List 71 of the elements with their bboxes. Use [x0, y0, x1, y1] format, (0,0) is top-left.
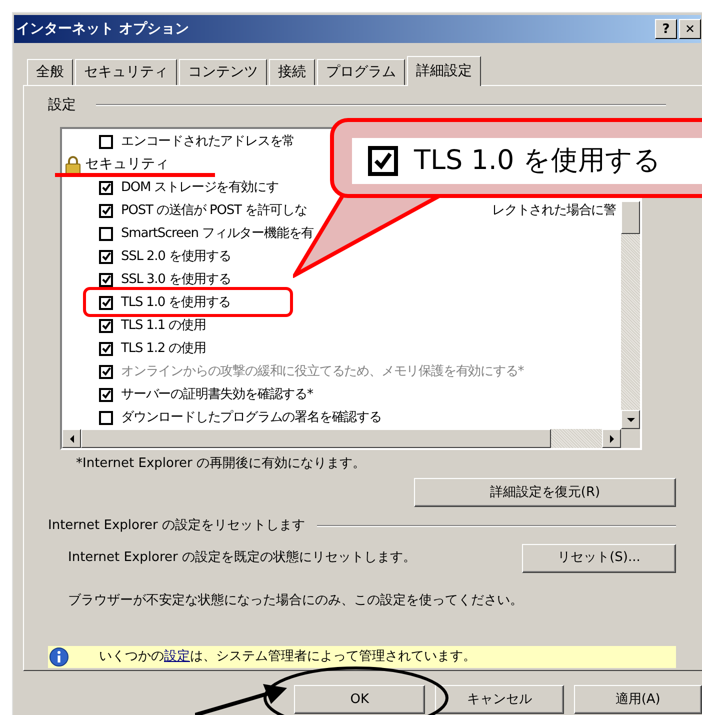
checkbox[interactable] — [99, 226, 113, 240]
setting-label: TLS 1.0 を使用する — [121, 294, 231, 312]
reset-warning: ブラウザーが不安定な状態になった場合にのみ、この設定を使ってください。 — [67, 592, 524, 610]
setting-label: エンコードされたアドレスを常 — [121, 132, 295, 151]
tab[interactable]: コンテンツ — [179, 59, 267, 85]
tab[interactable]: セキュリティ — [75, 59, 177, 85]
padlock-icon — [65, 156, 81, 174]
tab[interactable]: 接続 — [269, 59, 315, 85]
tab[interactable]: 全般 — [27, 59, 73, 85]
checkmark-icon — [102, 298, 110, 307]
setting-label: オンラインからの攻撃の緩和に役立てるため、メモリ保護を有効にする* — [121, 362, 524, 381]
checkbox[interactable] — [99, 250, 113, 264]
dialog-button[interactable]: OK — [294, 685, 426, 714]
checkmark-icon — [102, 367, 110, 376]
footnote: *Internet Explorer の再開後に有効になります。 — [76, 455, 367, 472]
help-button[interactable]: ? — [655, 19, 677, 39]
checkbox[interactable] — [99, 180, 113, 194]
restore-button[interactable]: 詳細設定を復元(R) — [414, 478, 676, 507]
horizontal-scrollbar[interactable] — [62, 429, 621, 448]
setting-label: TLS 1.2 の使用 — [121, 340, 206, 358]
checkmark-icon — [102, 344, 110, 353]
scrollbar-thumb[interactable] — [621, 201, 640, 234]
setting-label: SmartScreen フィルター機能を有 — [121, 224, 314, 243]
dialog-button[interactable]: キャンセル — [435, 685, 564, 714]
group-label: 設定 — [48, 96, 76, 114]
vertical-scrollbar[interactable] — [621, 201, 640, 429]
scroll-right-button[interactable] — [602, 429, 621, 448]
setting-label: レクトされた場合に警 — [492, 202, 616, 220]
left-arrow-icon — [70, 434, 74, 442]
category-label: セキュリティ — [85, 155, 169, 174]
scroll-down-button[interactable] — [621, 410, 640, 429]
checkmark-icon — [102, 390, 110, 399]
checkmark-icon — [102, 275, 110, 284]
callout-text: TLS 1.0 を使用する — [414, 144, 661, 178]
setting-label: SSL 3.0 を使用する — [121, 270, 231, 289]
tab[interactable]: 詳細設定 — [407, 56, 481, 86]
checkbox[interactable] — [99, 134, 113, 148]
scrollbar-corner — [621, 429, 640, 448]
checkmark-icon — [374, 152, 392, 170]
reset-button[interactable]: リセット(S)... — [522, 544, 676, 572]
settings-link[interactable]: 設定 — [164, 649, 190, 664]
setting-label: POST の送信が POST を許可しな — [121, 202, 307, 220]
setting-label: ダウンロードしたプログラムの署名を確認する — [121, 408, 382, 427]
checkbox[interactable] — [99, 296, 113, 310]
setting-label: サーバーの証明書失効を確認する* — [121, 386, 313, 404]
checkbox[interactable] — [368, 146, 398, 176]
setting-label: SSL 2.0 を使用する — [121, 248, 231, 266]
close-button[interactable]: ✕ — [679, 19, 701, 39]
dialog-button[interactable]: 適用(A) — [574, 685, 702, 714]
scrollbar-thumb[interactable] — [81, 429, 551, 448]
checkmark-icon — [102, 321, 110, 330]
checkmark-icon — [102, 206, 110, 215]
checkbox[interactable] — [99, 272, 113, 286]
checkbox[interactable] — [99, 342, 113, 356]
checkmark-icon — [102, 252, 110, 261]
checkbox[interactable] — [99, 204, 113, 218]
info-icon — [49, 647, 69, 667]
setting-label: TLS 1.1 の使用 — [121, 316, 206, 335]
setting-label: DOM ストレージを有効にす — [121, 178, 278, 197]
checkbox[interactable] — [99, 318, 113, 332]
down-arrow-icon — [626, 418, 634, 422]
scroll-left-button[interactable] — [62, 429, 81, 448]
reset-description: Internet Explorer の設定を既定の状態にリセットします。 — [68, 549, 416, 568]
checkbox[interactable] — [99, 388, 113, 402]
checkbox[interactable] — [99, 410, 113, 424]
window-title: インターネット オプション — [16, 20, 189, 38]
checkmark-icon — [102, 183, 110, 192]
section-heading: Internet Explorer の設定をリセットします — [48, 517, 306, 535]
info-message: いくつかの設定は、システム管理者によって管理されています。 — [99, 648, 476, 666]
right-arrow-icon — [610, 434, 614, 442]
tab[interactable]: プログラム — [317, 59, 405, 85]
